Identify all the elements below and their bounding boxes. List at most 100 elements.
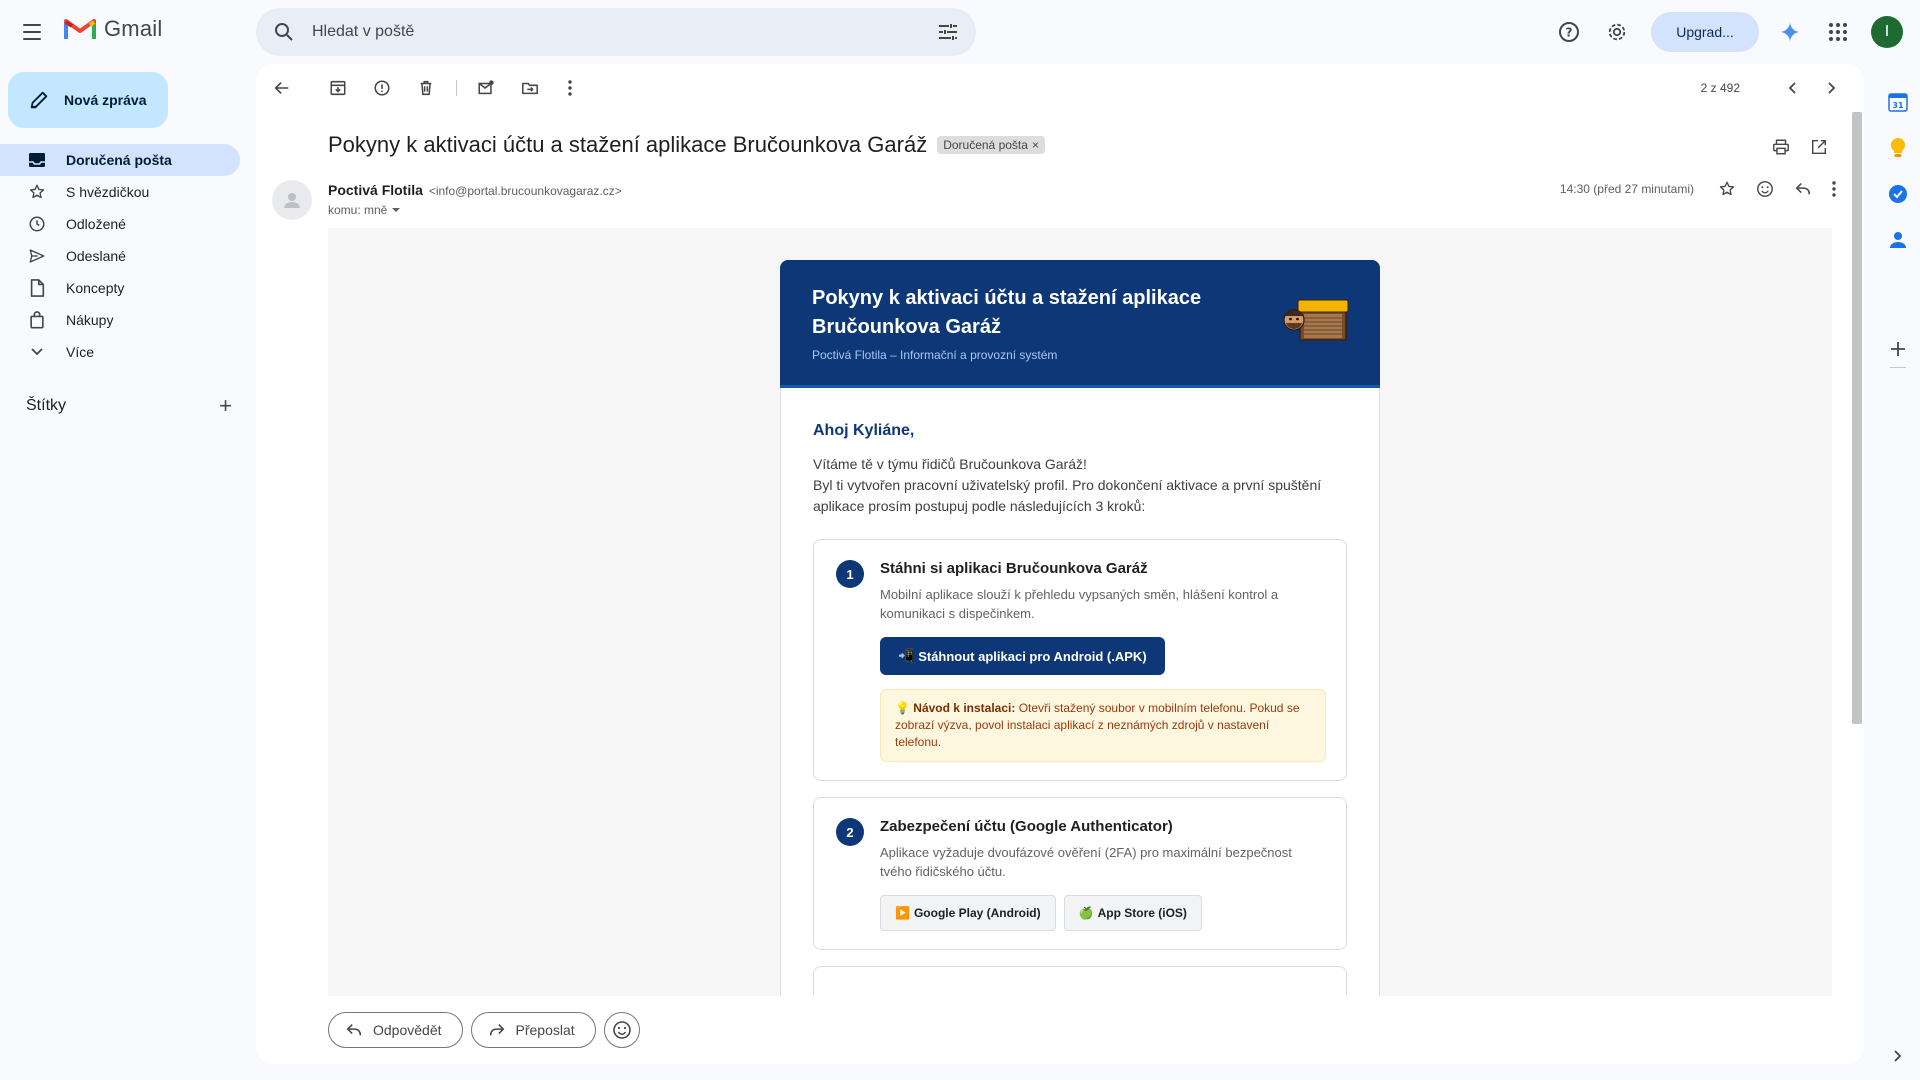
apps-grid-icon[interactable]	[1826, 20, 1850, 44]
draft-icon	[28, 279, 46, 297]
email-header-subtitle: Poctivá Flotila – Informační a provozní …	[812, 348, 1058, 362]
sidebar-item-sent[interactable]: Odeslané	[0, 240, 240, 272]
search-icon[interactable]	[272, 20, 296, 44]
open-new-window-icon[interactable]	[1810, 138, 1828, 156]
apple-icon: 🍏	[1078, 906, 1094, 920]
shopping-icon	[28, 311, 46, 329]
download-apk-button[interactable]: 📲 Stáhnout aplikaci pro Android (.APK)	[880, 637, 1165, 675]
search-bar[interactable]	[256, 8, 976, 56]
search-options-icon[interactable]	[936, 20, 960, 44]
sender-avatar[interactable]	[272, 180, 312, 220]
sidebar-item-drafts[interactable]: Koncepty	[0, 272, 240, 304]
more-vertical-icon[interactable]	[560, 78, 580, 98]
gmail-logo[interactable]: Gmail	[64, 16, 162, 42]
email-header-title: Pokyny k aktivaci účtu a stažení aplikac…	[812, 287, 1202, 338]
archive-icon[interactable]	[328, 78, 348, 98]
settings-gear-icon[interactable]	[1605, 20, 1629, 44]
sidebar-item-inbox[interactable]: Doručená pošta	[0, 144, 240, 176]
print-icon[interactable]	[1772, 138, 1790, 156]
message-subject-row: Pokyny k aktivaci účtu a stažení aplikac…	[328, 132, 1045, 158]
step-card-2: 2 Zabezpečení účtu (Google Authenticator…	[813, 797, 1347, 950]
reply-bar: Odpovědět Přeposlat	[328, 1012, 640, 1048]
star-outline-icon[interactable]	[1718, 180, 1736, 198]
inbox-icon	[28, 151, 46, 169]
gemini-icon[interactable]	[1778, 20, 1802, 44]
step-description: Mobilní aplikace slouží k přehledu vypsa…	[880, 587, 1279, 621]
move-to-folder-icon[interactable]	[520, 78, 540, 98]
add-addon-icon[interactable]	[1886, 337, 1910, 361]
emoji-react-icon[interactable]	[1756, 180, 1774, 198]
remove-label-icon[interactable]: ×	[1032, 138, 1039, 152]
recipient-line[interactable]: komu: mně	[328, 203, 401, 217]
message-more-icon[interactable]	[1832, 181, 1836, 197]
mark-unread-icon[interactable]	[476, 78, 496, 98]
sidebar-item-purchases[interactable]: Nákupy	[0, 304, 240, 336]
sidebar-item-label: Koncepty	[66, 280, 125, 296]
search-input[interactable]	[312, 23, 936, 41]
install-note-heading: Návod k instalaci:	[913, 701, 1016, 715]
message-meta: 14:30 (před 27 minutami)	[1560, 180, 1836, 198]
tasks-icon[interactable]	[1886, 182, 1910, 206]
forward-arrow-icon	[489, 1024, 504, 1036]
sidebar-item-label: Odložené	[66, 216, 126, 232]
sender-name[interactable]: Poctivá Flotila	[328, 182, 423, 198]
garage-logo-icon	[1283, 299, 1349, 341]
labels-section-header: Štítky +	[26, 392, 236, 420]
main-menu-icon[interactable]	[20, 20, 44, 44]
side-panel-divider	[1890, 367, 1906, 368]
svg-text:31: 31	[1892, 101, 1904, 110]
label-chip-text: Doručená pošta	[943, 138, 1028, 152]
phone-download-icon: 📲	[898, 648, 915, 663]
calendar-icon[interactable]: 31	[1886, 90, 1910, 114]
trash-icon[interactable]	[416, 78, 436, 98]
sidebar-item-more[interactable]: Více	[0, 336, 240, 368]
store-buttons: ▶️ Google Play (Android) 🍏 App Store (iO…	[880, 895, 1326, 931]
expand-panel-chevron-icon[interactable]	[1886, 1044, 1910, 1068]
label-chip-inbox[interactable]: Doručená pošta ×	[937, 136, 1045, 154]
sidebar-item-snoozed[interactable]: Odložené	[0, 208, 240, 240]
send-icon	[28, 247, 46, 265]
play-icon: ▶️	[895, 906, 910, 920]
app-store-button[interactable]: 🍏 App Store (iOS)	[1063, 895, 1202, 931]
compose-button[interactable]: Nová zpráva	[8, 72, 168, 128]
svg-text:?: ?	[1566, 26, 1573, 40]
message-time: 14:30 (před 27 minutami)	[1559, 182, 1694, 196]
sidebar-item-starred[interactable]: S hvězdičkou	[0, 176, 240, 208]
step-number: 2	[836, 818, 864, 846]
download-apk-label: Stáhnout aplikaci pro Android (.APK)	[918, 648, 1147, 664]
message-toolbar: 2 z 492	[256, 64, 1864, 112]
star-icon	[28, 183, 46, 201]
newer-chevron-left-icon[interactable]	[1782, 78, 1802, 98]
step-card-3	[813, 966, 1347, 996]
sidebar-item-label: Doručená pošta	[66, 152, 172, 168]
reply-icon[interactable]	[1794, 180, 1812, 198]
step-description: Aplikace vyžaduje dvoufázové ověření (2F…	[880, 845, 1292, 879]
scrollbar-thumb[interactable]	[1852, 112, 1862, 724]
account-avatar[interactable]: I	[1871, 16, 1903, 48]
report-spam-icon[interactable]	[372, 78, 392, 98]
message-subject: Pokyny k aktivaci účtu a stažení aplikac…	[328, 132, 928, 157]
toolbar-divider	[456, 80, 457, 96]
forward-button[interactable]: Přeposlat	[470, 1012, 596, 1048]
back-arrow-icon[interactable]	[272, 78, 292, 98]
step-card-1: 1 Stáhni si aplikaci Bručounkova Garáž M…	[813, 539, 1347, 781]
reply-button[interactable]: Odpovědět	[328, 1012, 463, 1048]
help-icon[interactable]: ?	[1557, 20, 1581, 44]
gmail-m-icon	[64, 19, 96, 39]
clock-icon	[28, 215, 46, 233]
keep-icon[interactable]	[1886, 136, 1910, 160]
emoji-reaction-button[interactable]	[603, 1012, 640, 1048]
sidebar-item-label: Nákupy	[66, 312, 114, 328]
sidebar-item-label: Více	[66, 344, 95, 360]
step-title: Stáhni si aplikaci Bručounkova Garáž	[880, 560, 1148, 577]
google-play-button[interactable]: ▶️ Google Play (Android)	[880, 895, 1056, 931]
contacts-icon[interactable]	[1886, 228, 1910, 252]
reply-label: Odpovědět	[373, 1022, 442, 1038]
subject-actions	[1772, 138, 1828, 156]
upgrade-button[interactable]: Upgrad...	[1651, 12, 1759, 52]
caret-down-icon[interactable]	[391, 206, 401, 214]
sidebar-nav: Doručená pošta S hvězdičkou Odložené Ode…	[0, 144, 240, 368]
add-label-icon[interactable]: +	[219, 393, 232, 419]
older-chevron-right-icon[interactable]	[1822, 78, 1842, 98]
sender-address: <info@portal.brucounkovagaraz.cz>	[428, 184, 622, 198]
